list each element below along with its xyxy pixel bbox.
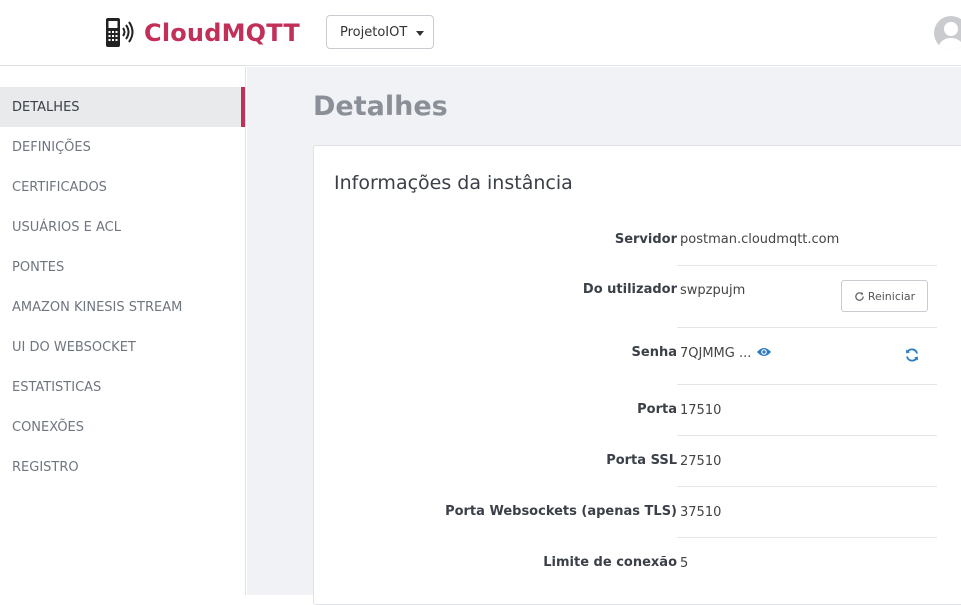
caret-down-icon	[416, 31, 424, 36]
instance-select[interactable]: ProjetoIOT	[326, 15, 434, 49]
websocket-port-value: 37510	[680, 505, 722, 520]
port-label: Porta	[637, 402, 677, 417]
page-title: Detalhes	[313, 91, 448, 122]
main-content: Detalhes Informações da instância Servid…	[247, 67, 961, 605]
port-value: 17510	[680, 403, 722, 418]
sidebar-item-definicoes[interactable]: DEFINIÇÕES	[0, 127, 245, 167]
ssl-port-label: Porta SSL	[606, 453, 677, 468]
sidebar-item-estatisticas[interactable]: ESTATISTICAS	[0, 367, 245, 407]
brand-name: CloudMQTT	[144, 19, 300, 47]
row-divider	[677, 384, 937, 385]
sync-icon[interactable]	[904, 347, 920, 363]
password-value: 7QJMMG ...	[680, 346, 752, 361]
restart-button-label: Reiniciar	[867, 289, 916, 303]
server-label: Servidor	[614, 232, 677, 247]
user-value: swpzpujm	[680, 283, 746, 298]
row-divider	[677, 537, 937, 538]
row-divider	[677, 486, 937, 487]
websocket-port-label: Porta Websockets (apenas TLS)	[445, 504, 677, 519]
sidebar-item-detalhes[interactable]: DETALHES	[0, 87, 245, 127]
sidebar-item-usuarios-acl[interactable]: USUÁRIOS E ACL	[0, 207, 245, 247]
brand-logo[interactable]: CloudMQTT	[104, 16, 300, 50]
password-label: Senha	[631, 345, 677, 360]
sidebar: DETALHES DEFINIÇÕES CERTIFICADOS USUÁRIO…	[0, 67, 246, 595]
sidebar-item-pontes[interactable]: PONTES	[0, 247, 245, 287]
restart-button[interactable]: Reiniciar	[841, 280, 928, 312]
avatar-user-icon	[939, 22, 961, 50]
instance-info-card: Informações da instância Servidor postma…	[313, 145, 961, 605]
refresh-icon	[855, 291, 864, 301]
user-label: Do utilizador	[582, 282, 677, 297]
server-value: postman.cloudmqtt.com	[680, 232, 840, 247]
top-header: CloudMQTT ProjetoIOT	[0, 0, 961, 66]
ssl-port-value: 27510	[680, 454, 722, 469]
instance-select-value: ProjetoIOT	[340, 24, 408, 40]
card-title: Informações da instância	[334, 172, 573, 194]
sidebar-item-websocket-ui[interactable]: UI DO WEBSOCKET	[0, 327, 245, 367]
sidebar-item-certificados[interactable]: CERTIFICADOS	[0, 167, 245, 207]
connection-limit-value: 5	[680, 556, 689, 571]
sidebar-item-amazon-kinesis[interactable]: AMAZON KINESIS STREAM	[0, 287, 245, 327]
sidebar-item-registro[interactable]: REGISTRO	[0, 447, 245, 487]
avatar[interactable]	[934, 16, 961, 50]
row-divider	[677, 265, 937, 266]
row-divider	[677, 327, 937, 328]
phone-signal-logo-icon	[106, 18, 134, 47]
eye-icon[interactable]	[756, 346, 772, 358]
sidebar-item-conexoes[interactable]: CONEXÕES	[0, 407, 245, 447]
connection-limit-label: Limite de conexão	[543, 555, 677, 570]
row-divider	[677, 435, 937, 436]
